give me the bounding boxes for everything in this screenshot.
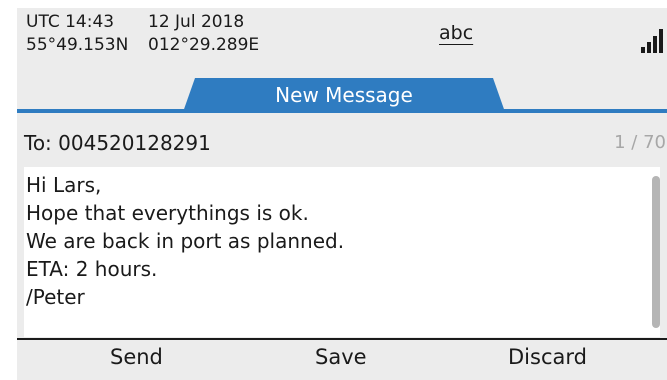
message-line: Hope that everythings is ok. [26, 201, 309, 225]
latitude: 55°49.153N [26, 35, 129, 55]
message-line: We are back in port as planned. [26, 229, 345, 253]
longitude: 012°29.289E [148, 35, 260, 55]
softkey-bar: Send Save Discard [17, 340, 667, 380]
recipient-field[interactable]: To: 004520128291 [24, 131, 211, 155]
message-line: ETA: 2 hours. [26, 257, 158, 281]
signal-strength-icon [641, 29, 663, 53]
message-line: Hi Lars, [26, 173, 102, 197]
title-tab: New Message [183, 78, 505, 112]
input-mode-indicator: abc [439, 22, 474, 44]
discard-button[interactable]: Discard [508, 345, 587, 369]
page-title: New Message [275, 83, 413, 107]
date: 12 Jul 2018 [148, 12, 245, 32]
status-bar: UTC 14:43 12 Jul 2018 55°49.153N 012°29.… [17, 8, 667, 88]
utc-time: UTC 14:43 [26, 12, 115, 32]
send-button[interactable]: Send [110, 345, 163, 369]
message-text: Hi Lars, Hope that everythings is ok. We… [26, 171, 641, 311]
message-scrollbar[interactable] [652, 176, 660, 328]
message-body-field[interactable]: Hi Lars, Hope that everythings is ok. We… [24, 167, 660, 337]
message-counter: 1 / 70 [614, 132, 666, 153]
message-screen: UTC 14:43 12 Jul 2018 55°49.153N 012°29.… [17, 8, 667, 380]
save-button[interactable]: Save [315, 345, 367, 369]
message-line: /Peter [26, 285, 85, 309]
